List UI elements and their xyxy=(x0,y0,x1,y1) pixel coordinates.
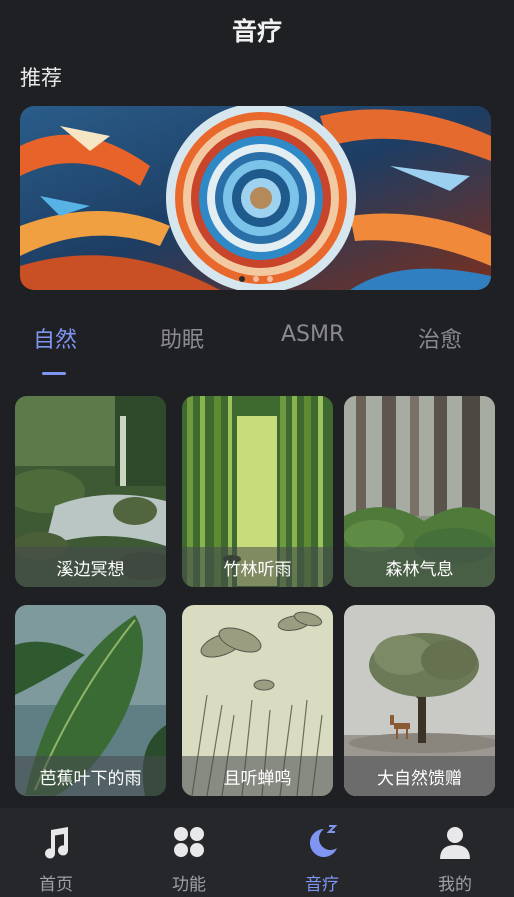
nav-home[interactable]: 首页 xyxy=(11,818,101,895)
nav-features[interactable]: 功能 xyxy=(144,818,234,895)
category-tabs: 自然 助眠 ASMR 治愈 xyxy=(0,322,514,378)
bottom-navigation: 首页 功能 音疗 我的 xyxy=(0,808,514,897)
music-note-icon xyxy=(45,827,69,859)
banner-dot[interactable] xyxy=(238,276,245,282)
nav-profile[interactable]: 我的 xyxy=(410,818,500,895)
page-title: 音疗 xyxy=(231,17,282,46)
banner-dot[interactable] xyxy=(266,276,273,282)
card-bamboo-rain[interactable]: 竹林听雨 xyxy=(182,396,333,587)
grid-icon xyxy=(174,827,204,857)
card-label: 森林气息 xyxy=(344,547,495,587)
tab-healing[interactable]: 治愈 xyxy=(418,322,462,354)
card-banana-leaf-rain[interactable]: 芭蕉叶下的雨 xyxy=(15,605,166,796)
card-label: 溪边冥想 xyxy=(15,547,166,587)
tab-nature[interactable]: 自然 xyxy=(33,322,77,354)
recommend-banner[interactable] xyxy=(20,106,491,290)
recommend-section-title: 推荐 xyxy=(20,66,62,90)
user-icon xyxy=(440,827,470,859)
banner-pagination xyxy=(20,276,491,282)
nav-label: 我的 xyxy=(438,875,472,895)
nav-label: 音疗 xyxy=(305,875,339,895)
card-forest-breath[interactable]: 森林气息 xyxy=(344,396,495,587)
nav-label: 功能 xyxy=(172,875,206,895)
card-label: 且听蝉鸣 xyxy=(182,756,333,796)
nav-label: 首页 xyxy=(39,875,73,895)
card-stream-meditation[interactable]: 溪边冥想 xyxy=(15,396,166,587)
card-cicada[interactable]: 且听蝉鸣 xyxy=(182,605,333,796)
card-nature-gift[interactable]: 大自然馈赠 xyxy=(344,605,495,796)
tab-sleep[interactable]: 助眠 xyxy=(160,322,204,354)
card-label: 大自然馈赠 xyxy=(344,756,495,796)
banner-dot[interactable] xyxy=(252,276,259,282)
card-label: 芭蕉叶下的雨 xyxy=(15,756,166,796)
moon-sleep-icon xyxy=(309,825,338,857)
card-label: 竹林听雨 xyxy=(182,547,333,587)
nav-sound-therapy[interactable]: 音疗 xyxy=(277,818,367,895)
tab-active-indicator xyxy=(42,372,66,375)
tab-asmr[interactable]: ASMR xyxy=(281,322,344,347)
banner-artwork xyxy=(20,106,491,290)
